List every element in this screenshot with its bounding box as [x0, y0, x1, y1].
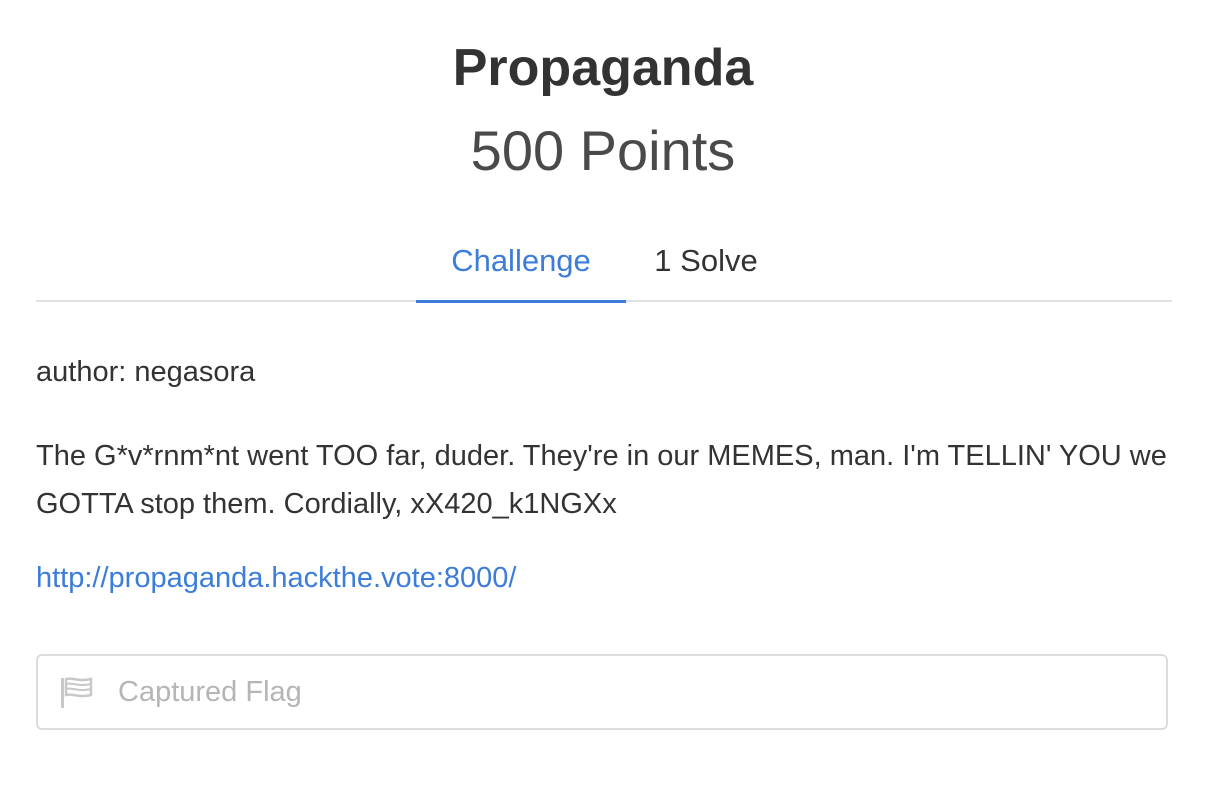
challenge-tabs: Challenge 1 Solve — [36, 228, 1172, 303]
challenge-author: author: negasora — [36, 356, 256, 388]
flag-field — [36, 654, 1168, 730]
challenge-points: 500 Points — [470, 119, 736, 182]
challenge-title: Propaganda — [452, 39, 754, 97]
challenge-description: The G*v*rnm*nt went TOO far, duder. They… — [36, 440, 1167, 520]
challenge-modal: Propaganda 500 Points Challenge 1 Solve … — [0, 0, 1206, 806]
challenge-link[interactable]: http://propaganda.hackthe.vote:8000/ — [36, 562, 516, 595]
flag-input[interactable] — [118, 666, 1148, 718]
flag-icon — [58, 676, 94, 710]
tab-solves[interactable]: 1 Solve — [641, 228, 771, 300]
tab-challenge[interactable]: Challenge — [416, 228, 626, 303]
